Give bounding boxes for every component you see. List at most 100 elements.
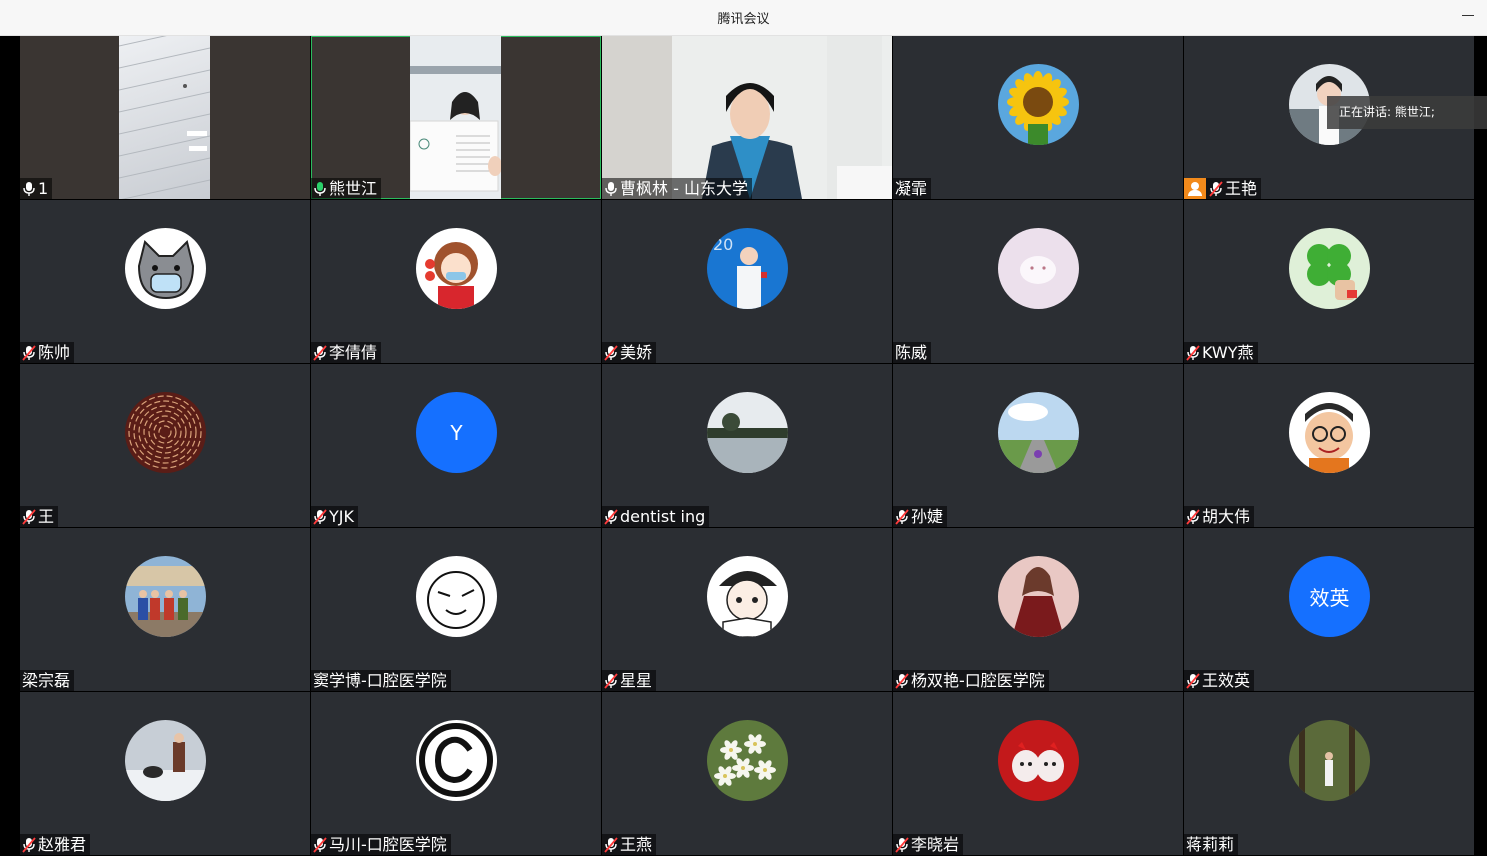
avatar: [998, 228, 1079, 309]
mic-muted-icon: [604, 836, 620, 853]
participant-name: 陈帅: [38, 343, 71, 362]
avatar: 20: [707, 228, 788, 309]
participant-tile[interactable]: 李晓岩: [893, 692, 1183, 855]
participant-name-tag: 孙婕: [893, 506, 948, 527]
participant-tile[interactable]: Y YJK: [311, 364, 601, 527]
participant-name: 熊世江: [329, 179, 378, 198]
avatar: [416, 556, 497, 637]
video-feed: [118, 36, 211, 199]
avatar: [998, 556, 1079, 637]
mic-icon: [604, 181, 620, 197]
mic-muted-icon: [895, 836, 911, 853]
participant-tile[interactable]: dentist ing: [602, 364, 892, 527]
participant-name: 梁宗磊: [22, 671, 71, 690]
participant-name: 杨双艳-口腔医学院: [911, 671, 1045, 690]
mic-muted-icon: [1186, 344, 1202, 361]
participant-name-tag: 胡大伟: [1184, 506, 1255, 527]
video-feed: [602, 36, 892, 199]
minimize-button[interactable]: [1459, 6, 1477, 24]
participant-tile[interactable]: 王燕: [602, 692, 892, 855]
participant-name: 星星: [620, 671, 653, 690]
host-icon: [1184, 178, 1206, 199]
participant-name: 孙婕: [911, 507, 944, 526]
mic-muted-icon: [22, 508, 38, 525]
avatar: [1289, 392, 1370, 473]
participant-name-tag: 星星: [602, 670, 657, 691]
participant-tile[interactable]: 梁宗磊: [20, 528, 310, 691]
speaking-indicator: 正在讲话: 熊世江;: [1327, 96, 1487, 129]
participant-name-tag: 美娇: [602, 342, 657, 363]
participant-name: 窦学博-口腔医学院: [313, 671, 447, 690]
participant-name-tag: YJK: [311, 506, 358, 527]
participant-tile[interactable]: 窦学博-口腔医学院: [311, 528, 601, 691]
avatar: 效英: [1289, 556, 1370, 637]
avatar: [125, 228, 206, 309]
mic-muted-icon: [313, 836, 329, 853]
participant-name-tag: 蒋莉莉: [1184, 834, 1239, 855]
participant-tile[interactable]: 陈威: [893, 200, 1183, 363]
participant-tile[interactable]: 效英 王效英: [1184, 528, 1474, 691]
participant-tile[interactable]: 凝霏: [893, 36, 1183, 199]
participant-tile[interactable]: 赵雅君: [20, 692, 310, 855]
mic-muted-icon: [22, 836, 38, 853]
mic-muted-icon: [1186, 508, 1202, 525]
participant-name: 曹枫林 - 山东大学: [620, 179, 748, 198]
participant-name: 蒋莉莉: [1186, 835, 1235, 854]
participant-tile[interactable]: 孙婕: [893, 364, 1183, 527]
mic-muted-icon: [313, 508, 329, 525]
avatar: [416, 720, 497, 801]
avatar-initials: Y: [450, 420, 463, 445]
participant-name-tag: 赵雅君: [20, 834, 91, 855]
participant-name-tag: 王燕: [602, 834, 657, 855]
participant-name-tag: 李晓岩: [893, 834, 964, 855]
avatar: [125, 392, 206, 473]
participant-tile[interactable]: 李倩倩: [311, 200, 601, 363]
avatar-initials: 效英: [1309, 586, 1350, 610]
svg-text:20: 20: [713, 235, 733, 254]
participant-name: 李晓岩: [911, 835, 960, 854]
avatar: [707, 392, 788, 473]
avatar: [125, 556, 206, 637]
participant-name-tag: 曹枫林 - 山东大学: [602, 178, 752, 199]
participant-name: 陈威: [895, 343, 928, 362]
participant-tile[interactable]: 星星: [602, 528, 892, 691]
mic-icon: [22, 181, 38, 197]
mic-muted-icon: [313, 344, 329, 361]
participant-name: 1: [38, 179, 49, 198]
participant-name: 王: [38, 507, 55, 526]
participant-tile[interactable]: 蒋莉莉: [1184, 692, 1474, 855]
video-grid: 1 熊世江 曹枫林 - 山东大学 凝霏 王艳 陈帅 李倩倩 20 美娇 陈威 KWY燕王 Y YJK de…: [20, 36, 1474, 856]
participant-name: KWY燕: [1202, 343, 1254, 362]
participant-tile[interactable]: 王: [20, 364, 310, 527]
participant-name-tag: dentist ing: [602, 506, 710, 527]
participant-name: 王燕: [620, 835, 653, 854]
participant-tile[interactable]: 马川-口腔医学院: [311, 692, 601, 855]
avatar: [998, 64, 1079, 145]
window-title: 腾讯会议: [717, 12, 770, 27]
participant-tile[interactable]: 杨双艳-口腔医学院: [893, 528, 1183, 691]
participant-tile[interactable]: 1: [20, 36, 310, 199]
participant-name-tag: 凝霏: [893, 178, 932, 199]
participant-tile[interactable]: 曹枫林 - 山东大学: [602, 36, 892, 199]
mic-muted-icon: [1186, 672, 1202, 689]
participant-tile[interactable]: 熊世江: [311, 36, 601, 199]
participant-tile[interactable]: 陈帅: [20, 200, 310, 363]
avatar: Y: [416, 392, 497, 473]
participant-tile[interactable]: 20 美娇: [602, 200, 892, 363]
participant-name: 凝霏: [895, 179, 928, 198]
avatar: [1289, 228, 1370, 309]
video-feed: [409, 36, 502, 199]
avatar: [1289, 720, 1370, 801]
mic-muted-icon: [895, 672, 911, 689]
participant-tile[interactable]: KWY燕: [1184, 200, 1474, 363]
participant-tile[interactable]: 胡大伟: [1184, 364, 1474, 527]
participant-name: 李倩倩: [329, 343, 378, 362]
participant-name: 美娇: [620, 343, 653, 362]
participant-name-tag: 马川-口腔医学院: [311, 834, 451, 855]
avatar: [416, 228, 497, 309]
avatar: [707, 720, 788, 801]
mic-muted-icon: [1209, 180, 1225, 197]
participant-name-tag: 窦学博-口腔医学院: [311, 670, 451, 691]
participant-name-tag: 王: [20, 506, 59, 527]
mic-icon: [313, 181, 329, 197]
